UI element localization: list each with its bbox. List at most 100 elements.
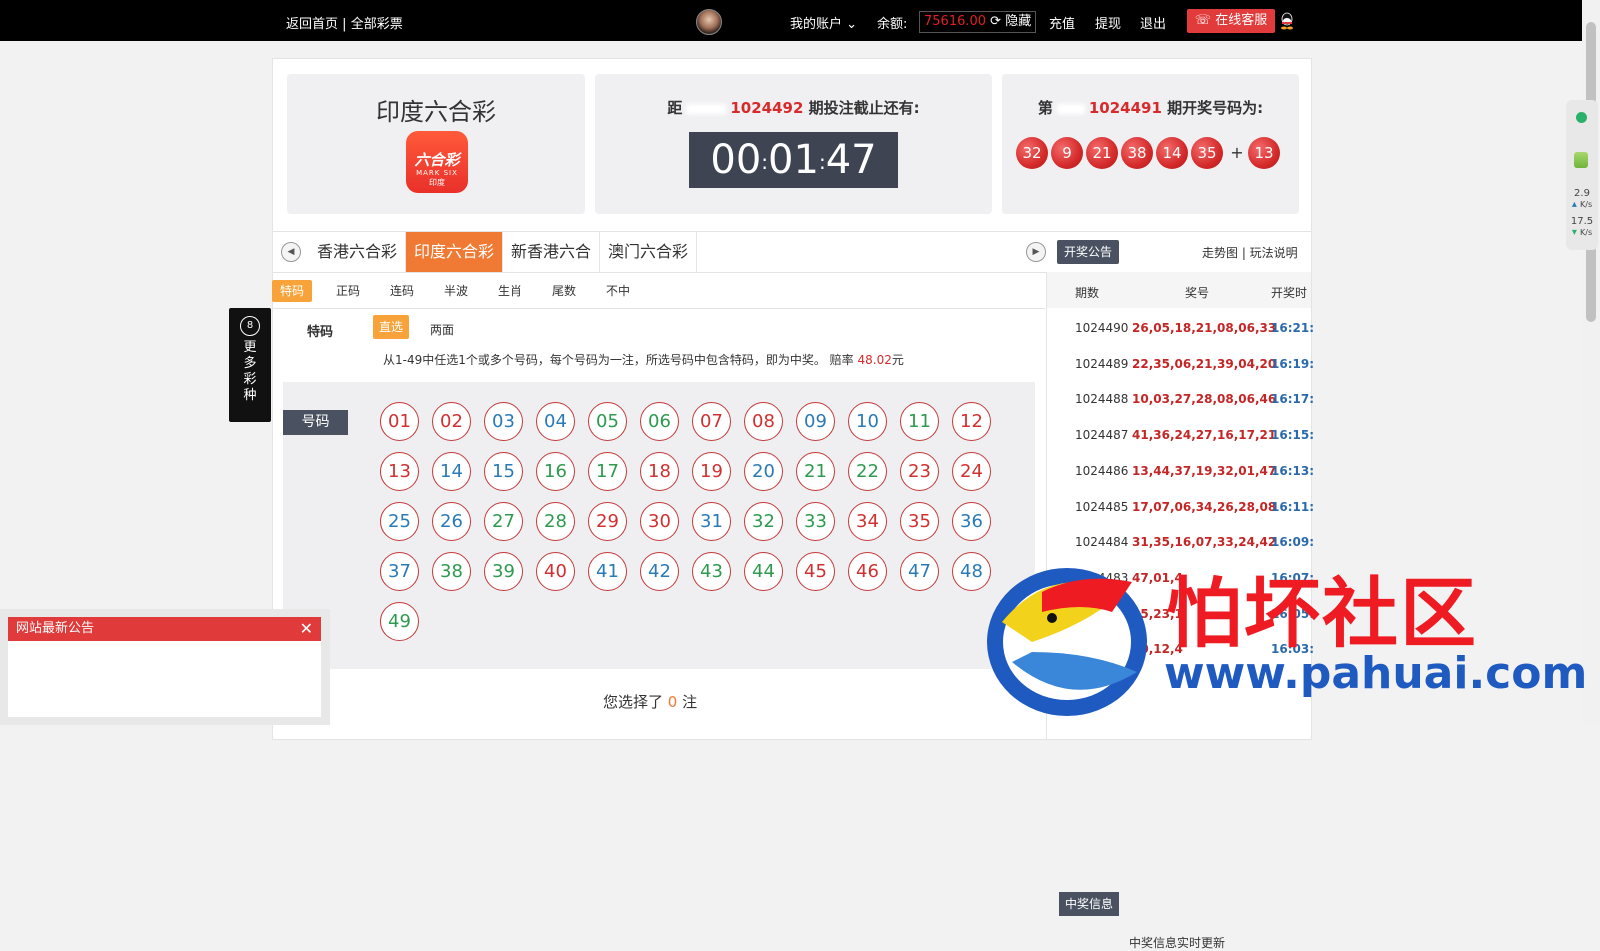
play-desc-text: 从1-49中任选1个或多个号码，每个号码为一注，所选号码中包含特码，即为中奖。 … [383, 353, 854, 367]
number-ball[interactable]: 07 [692, 402, 731, 441]
number-ball[interactable]: 38 [432, 552, 471, 591]
subtab-banbo[interactable]: 半波 [436, 280, 476, 302]
subtab-shengxiao[interactable]: 生肖 [490, 280, 530, 302]
countdown-suffix: 期投注截止还有: [808, 99, 920, 117]
liangmian-button[interactable]: 两面 [430, 321, 454, 338]
number-ball[interactable]: 32 [744, 502, 783, 541]
number-ball[interactable]: 19 [692, 452, 731, 491]
number-ball[interactable]: 04 [536, 402, 575, 441]
number-ball[interactable]: 08 [744, 402, 783, 441]
number-ball[interactable]: 21 [796, 452, 835, 491]
recharge-link[interactable]: 充值 [1049, 13, 1075, 32]
number-ball[interactable]: 12 [952, 402, 991, 441]
refresh-icon[interactable]: ⟳ [990, 14, 1001, 29]
trend-rules-links[interactable]: 走势图 | 玩法说明 [1202, 244, 1298, 261]
timer-seconds: 47 [825, 137, 877, 183]
number-ball[interactable]: 11 [900, 402, 939, 441]
more-lotteries-button[interactable]: 8 更多彩种 [229, 308, 271, 422]
tab-new-hongkong[interactable]: 新香港六合 [503, 232, 600, 272]
number-ball[interactable]: 47 [900, 552, 939, 591]
last-draw-card: 第 1024491 期开奖号码为: 32 9 21 38 14 35 +13 [1002, 74, 1299, 214]
download-speed-value: 17.5 [1570, 216, 1594, 227]
winning-info-tail: 中奖信息实时更新 [1129, 936, 1226, 950]
number-ball[interactable]: 34 [848, 502, 887, 541]
number-ball[interactable]: 09 [796, 402, 835, 441]
winning-info-button[interactable]: 中奖信息 [1059, 892, 1119, 916]
number-ball[interactable]: 26 [432, 502, 471, 541]
number-ball[interactable]: 13 [380, 452, 419, 491]
number-ball[interactable]: 27 [484, 502, 523, 541]
number-ball[interactable]: 30 [640, 502, 679, 541]
subtab-zhengma[interactable]: 正码 [328, 280, 368, 302]
number-ball[interactable]: 17 [588, 452, 627, 491]
history-time: 16:11: [1271, 499, 1314, 514]
zhixuan-button[interactable]: 直选 [373, 315, 409, 339]
subtab-buzhong[interactable]: 不中 [598, 280, 638, 302]
number-ball[interactable]: 35 [900, 502, 939, 541]
subtab-tema[interactable]: 特码 [272, 280, 313, 302]
number-ball[interactable]: 16 [536, 452, 575, 491]
more-lotteries-char: 彩 [243, 372, 257, 387]
next-arrow-icon[interactable]: ▶ [1026, 242, 1046, 262]
history-numbers: 13,44,37,19,32,01,47 [1132, 463, 1277, 478]
subtab-weishu[interactable]: 尾数 [544, 280, 584, 302]
number-ball[interactable]: 29 [588, 502, 627, 541]
number-ball[interactable]: 23 [900, 452, 939, 491]
number-ball[interactable]: 25 [380, 502, 419, 541]
number-ball[interactable]: 22 [848, 452, 887, 491]
number-ball[interactable]: 33 [796, 502, 835, 541]
number-ball[interactable]: 15 [484, 452, 523, 491]
number-ball[interactable]: 31 [692, 502, 731, 541]
number-ball[interactable]: 40 [536, 552, 575, 591]
top-left-links: 返回首页 | 全部彩票 [286, 13, 403, 32]
chevron-down-icon: ⌄ [846, 17, 858, 32]
number-ball[interactable]: 24 [952, 452, 991, 491]
number-ball[interactable]: 28 [536, 502, 575, 541]
number-ball[interactable]: 06 [640, 402, 679, 441]
history-numbers: 41,36,24,27,16,17,21 [1132, 428, 1277, 443]
number-ball[interactable]: 05 [588, 402, 627, 441]
number-ball[interactable]: 49 [380, 602, 419, 641]
number-ball[interactable]: 37 [380, 552, 419, 591]
number-ball[interactable]: 01 [380, 402, 419, 441]
winning-ball: 32 [1016, 137, 1048, 169]
number-ball[interactable]: 42 [640, 552, 679, 591]
logo-sub-text: 印度 [429, 178, 445, 187]
draw-notice-button[interactable]: 开奖公告 [1057, 240, 1119, 264]
number-ball[interactable]: 48 [952, 552, 991, 591]
number-ball[interactable]: 18 [640, 452, 679, 491]
my-account-menu[interactable]: 我的账户 ⌄ [790, 13, 857, 32]
history-time: 16:17: [1271, 392, 1314, 407]
countdown-prefix: 距 [667, 99, 683, 117]
prev-arrow-icon[interactable]: ◀ [281, 242, 301, 262]
online-service-button[interactable]: ☏ 在线客服 [1187, 9, 1275, 33]
number-ball[interactable]: 43 [692, 552, 731, 591]
number-ball[interactable]: 45 [796, 552, 835, 591]
number-ball[interactable]: 39 [484, 552, 523, 591]
number-ball[interactable]: 41 [588, 552, 627, 591]
hide-balance-button[interactable]: 隐藏 [1005, 14, 1031, 29]
number-ball[interactable]: 02 [432, 402, 471, 441]
lotto-title: 印度六合彩 [376, 98, 496, 126]
number-ball[interactable]: 44 [744, 552, 783, 591]
avatar[interactable] [696, 9, 722, 35]
number-ball[interactable]: 20 [744, 452, 783, 491]
qq-icon[interactable] [1279, 12, 1295, 30]
number-ball[interactable]: 36 [952, 502, 991, 541]
countdown-card: 距 1024492 期投注截止还有: 00:01:47 [595, 74, 992, 214]
number-ball[interactable]: 14 [432, 452, 471, 491]
tab-hongkong[interactable]: 香港六合彩 [309, 232, 406, 272]
tab-macau[interactable]: 澳门六合彩 [600, 232, 697, 272]
tab-india[interactable]: 印度六合彩 [406, 232, 503, 272]
withdraw-link[interactable]: 提现 [1095, 13, 1121, 32]
home-link[interactable]: 返回首页 [286, 17, 338, 32]
number-ball[interactable]: 10 [848, 402, 887, 441]
number-ball[interactable]: 03 [484, 402, 523, 441]
close-icon[interactable]: ✕ [300, 617, 313, 641]
all-lotto-link[interactable]: 全部彩票 [351, 17, 403, 32]
subtab-lianma[interactable]: 连码 [382, 280, 422, 302]
history-row: 1024489 22,35,06,21,39,04,20 16:19: [1047, 346, 1314, 381]
number-ball[interactable]: 46 [848, 552, 887, 591]
timer-minutes: 01 [768, 137, 819, 183]
logout-link[interactable]: 退出 [1140, 13, 1166, 32]
